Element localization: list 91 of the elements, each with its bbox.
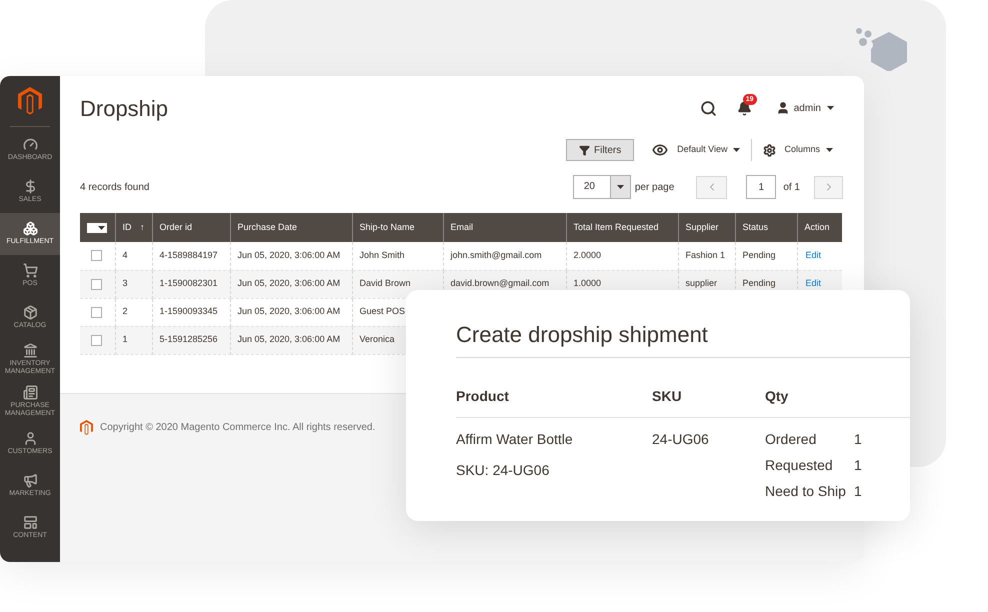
columns-dropdown[interactable]: Columns	[763, 143, 833, 157]
box-icon	[22, 305, 38, 320]
page-input[interactable]: 1	[746, 175, 776, 199]
boxes-icon	[22, 221, 38, 236]
table-cell: 1.0000	[574, 278, 602, 288]
column-header[interactable]: ID ↑	[115, 213, 152, 242]
qty-value: 1	[854, 456, 862, 475]
column-header[interactable]: Total Item Requested	[566, 213, 678, 242]
row-checkbox[interactable]	[91, 306, 102, 318]
table-cell: Veronica	[360, 334, 395, 344]
table-cell: Pending	[742, 278, 776, 288]
caret-icon	[98, 226, 105, 230]
funnel-icon	[578, 144, 590, 156]
table-cell: David Brown	[360, 278, 411, 288]
column-header[interactable]: Order id	[152, 213, 230, 242]
table-cell: Jun 05, 2020, 3:06:00 AM	[238, 278, 340, 288]
table-cell: supplier	[686, 278, 718, 288]
table-cell: 2.0000	[574, 250, 602, 260]
table-cell: Guest POS	[360, 306, 406, 316]
row-checkbox[interactable]	[91, 278, 102, 290]
column-header: Product	[456, 387, 510, 406]
cart-icon	[22, 263, 38, 278]
caret-icon	[616, 185, 624, 189]
bank-icon	[22, 343, 38, 358]
gear-icon	[763, 144, 776, 156]
table-cell: Jun 05, 2020, 3:06:00 AM	[238, 334, 340, 344]
table-cell: david.brown@gmail.com	[450, 278, 550, 288]
table-cell: 4-1589884197	[160, 250, 218, 260]
eye-icon	[652, 142, 668, 158]
filters-button[interactable]: Filters	[566, 139, 634, 161]
table-cell: 1	[122, 334, 128, 344]
person-icon	[22, 431, 38, 446]
qty-label: Need to Ship	[765, 482, 847, 501]
card-title: Create dropship shipment	[456, 322, 708, 347]
view-dropdown[interactable]: Default View	[652, 142, 740, 158]
column-header[interactable]: Purchase Date	[230, 213, 352, 242]
caret-icon	[826, 148, 833, 152]
next-page-button[interactable]	[814, 176, 843, 198]
caret-icon	[733, 148, 740, 152]
hexagon-logo-icon	[855, 27, 909, 71]
sku-value: 24-UG06	[652, 431, 709, 447]
user-menu[interactable]: admin	[776, 100, 834, 116]
table-cell: john.smith@gmail.com	[450, 250, 542, 260]
page-title: Dropship	[80, 94, 168, 123]
table-cell: 4	[122, 250, 128, 260]
column-header[interactable]: Action	[797, 213, 842, 242]
column-header: SKU	[652, 387, 683, 406]
sort-arrow: ↑	[140, 220, 144, 234]
column-header[interactable]: Supplier	[678, 213, 735, 242]
qty-value: 1	[854, 430, 862, 449]
column-header[interactable]: Ship-to Name	[352, 213, 443, 242]
logo-icon	[18, 87, 42, 115]
logo-icon	[80, 420, 93, 435]
caret-icon	[827, 106, 834, 110]
gauge-icon	[22, 137, 38, 152]
previous-page-button[interactable]	[696, 176, 728, 198]
table-cell: Pending	[742, 250, 776, 260]
megaphone-icon	[22, 473, 38, 488]
person-icon	[776, 101, 790, 115]
search-icon[interactable]	[700, 100, 717, 116]
per-page-label: per page	[634, 180, 674, 194]
qty-label: Ordered	[765, 430, 818, 449]
table-cell: Jun 05, 2020, 3:06:00 AM	[238, 306, 340, 316]
table-cell: John Smith	[360, 250, 405, 260]
table-cell: 5-1591285256	[160, 334, 218, 344]
copyright-text: Copyright © 2020 Magento Commerce Inc. All rights reserved.	[100, 421, 376, 435]
edit-link[interactable]: Edit	[806, 250, 822, 260]
column-header[interactable]: Email	[443, 213, 566, 242]
row-checkbox[interactable]	[91, 250, 102, 262]
bell-icon[interactable]	[736, 100, 752, 116]
table-cell: 1-1590093345	[160, 306, 218, 316]
document-icon	[22, 385, 38, 400]
product-sku: SKU: 24-UG06	[456, 461, 550, 480]
column-label: ID	[122, 220, 132, 234]
table-cell: 2	[122, 306, 128, 316]
records-count: 4 records found	[80, 180, 150, 194]
layout-icon	[22, 515, 38, 530]
product-name: Affirm Water Bottle	[456, 430, 574, 449]
qty-label: Requested	[765, 456, 834, 475]
qty-value: 1	[854, 482, 862, 501]
page-count: of 1	[783, 180, 800, 194]
edit-link[interactable]: Edit	[806, 278, 822, 288]
table-cell: 3	[122, 278, 128, 288]
table-cell: Fashion 1	[686, 250, 726, 260]
column-header[interactable]: Status	[735, 213, 797, 242]
per-page-select[interactable]: 20	[572, 175, 631, 199]
mass-select-checkbox[interactable]	[87, 222, 107, 232]
column-header: Qty	[765, 387, 788, 406]
row-checkbox[interactable]	[91, 334, 102, 346]
table-cell: Jun 05, 2020, 3:06:00 AM	[238, 250, 340, 260]
table-cell: 1-1590082301	[160, 278, 218, 288]
